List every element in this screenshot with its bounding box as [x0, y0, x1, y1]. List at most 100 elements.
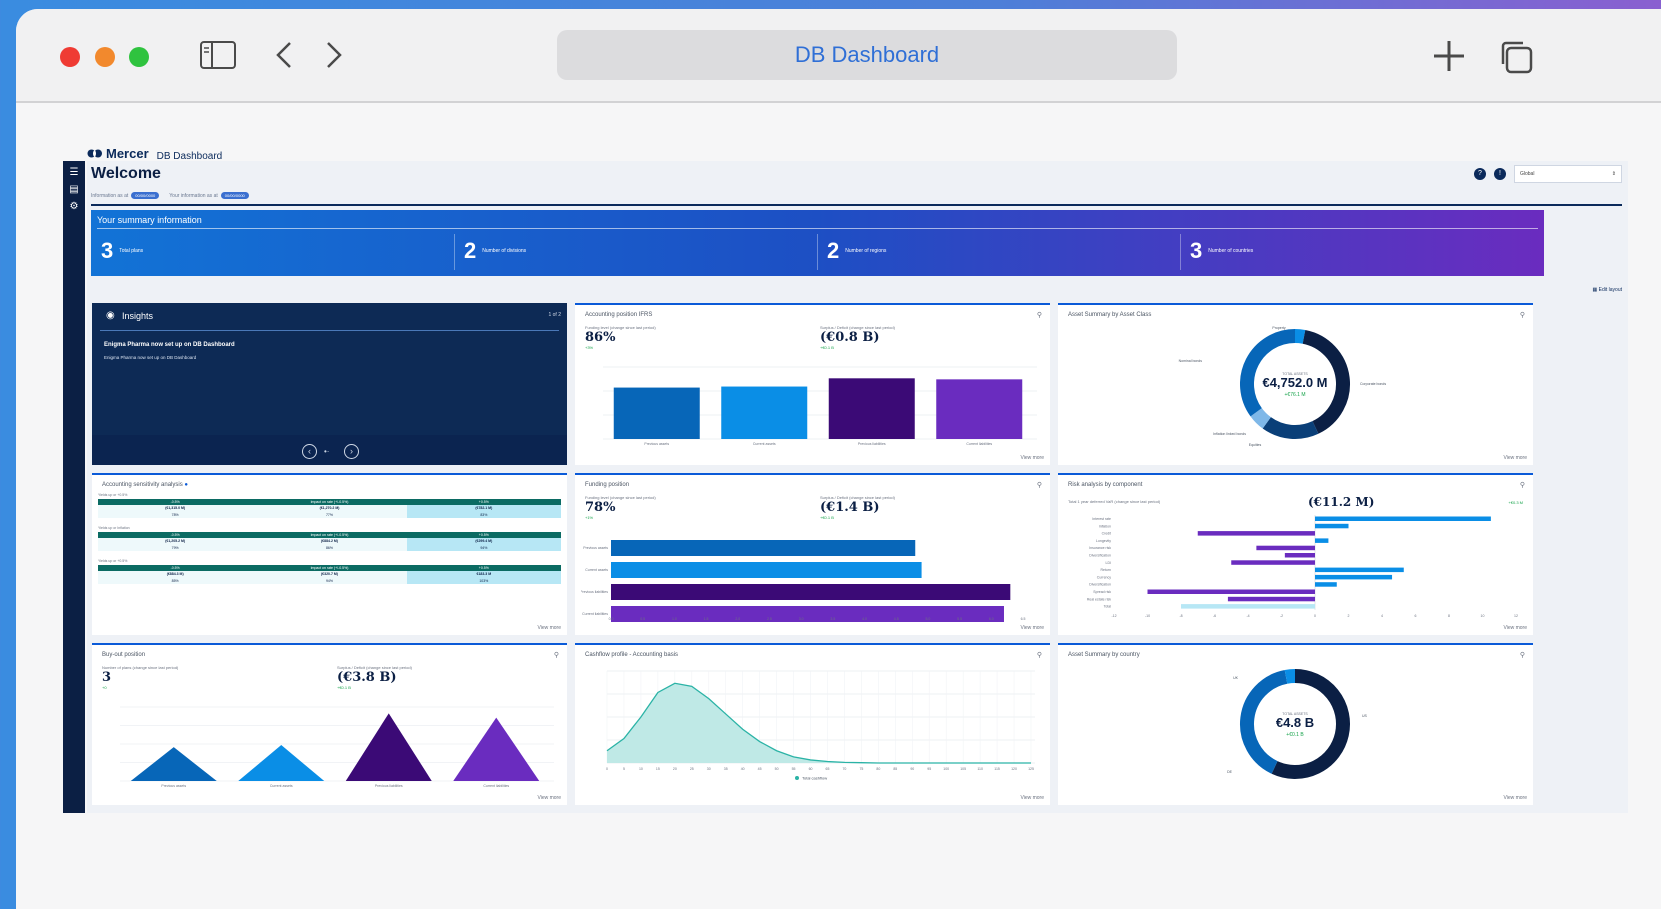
new-tab-icon[interactable] — [1432, 39, 1466, 78]
insights-footer: ‹ •· › — [92, 435, 567, 465]
x-tick-label: 6.0 — [989, 617, 994, 621]
edit-layout-button[interactable]: ▦ Edit layout — [1593, 287, 1622, 293]
gear-icon[interactable]: ⚙ — [63, 201, 85, 212]
browser-window: DB Dashboard Mercer DB Dashboard ☰ ▤ ⚙ W… — [16, 9, 1661, 909]
plans-kpi: Number of plans (change since last perio… — [102, 665, 178, 690]
view-more-link[interactable]: View more — [1503, 625, 1527, 631]
pin-icon[interactable]: ⚲ — [1037, 311, 1042, 319]
x-tick-label: Current liabilities — [966, 442, 992, 446]
risk-analysis-card: Risk analysis by component ⚲ Total 1 yea… — [1058, 473, 1533, 635]
menu-icon[interactable]: ☰ — [63, 167, 85, 178]
x-tick-label: 5 — [623, 767, 625, 771]
notification-icon[interactable]: ! — [1494, 168, 1506, 180]
x-tick-label: 10 — [639, 767, 643, 771]
cashflow-area-chart: 0 5 10 15 20 25 30 35 40 45 50 55 60 65 70 75 80 85 90 95 10… — [606, 670, 1035, 781]
sensitivity-pct-row: 85% 94% 103% — [98, 578, 561, 584]
funding-level-kpi: Funding level (change since last period)… — [585, 325, 656, 350]
page-title: Welcome — [91, 165, 161, 182]
minimize-window-button[interactable] — [95, 47, 115, 67]
view-more-link[interactable]: View more — [1020, 795, 1044, 801]
sensitivity-value-cell: €183.3 M — [406, 571, 561, 578]
x-tick-label: 75 — [859, 767, 863, 771]
bar — [611, 606, 1004, 622]
pin-icon[interactable]: ⚲ — [1520, 311, 1525, 319]
prev-insight-button[interactable]: ‹ — [302, 444, 317, 459]
region-select[interactable]: Global ⇕ — [1514, 165, 1622, 183]
info-icon[interactable]: ● — [184, 482, 188, 488]
view-more-link[interactable]: View more — [1020, 625, 1044, 631]
insights-card: ◉ Insights 1 of 2 Enigma Pharma now set … — [92, 303, 567, 465]
maximize-window-button[interactable] — [129, 47, 149, 67]
brand-subtitle: DB Dashboard — [156, 150, 223, 162]
bar — [613, 387, 700, 439]
kpi-value: 86% — [585, 330, 616, 345]
kpi-value: (€1.4 B) — [820, 500, 880, 515]
x-tick-label: Previous liabilities — [858, 442, 886, 446]
back-icon[interactable] — [274, 41, 294, 74]
x-tick-label: Previous assets — [161, 784, 186, 788]
stat-separator — [1180, 234, 1181, 270]
x-tick-label: 4 — [1381, 614, 1383, 618]
forward-icon[interactable] — [324, 41, 344, 74]
buyout-position-card: Buy-out position ⚲ Number of plans (chan… — [92, 643, 567, 805]
pin-icon[interactable]: ⚲ — [1037, 481, 1042, 489]
bar — [453, 717, 540, 781]
card-title: Asset Summary by Asset Class — [1068, 312, 1152, 318]
asset-class-donut-chart: TOTAL ASSETS€4,752.0 M+€76.1 MPropertyNo… — [1179, 326, 1387, 447]
donut-label: US — [1362, 714, 1368, 718]
view-more-link[interactable]: View more — [1020, 455, 1044, 461]
sidebar-toggle-icon[interactable] — [200, 41, 236, 74]
sensitivity-pct-row: 79% 86% 94% — [98, 545, 561, 551]
x-tick-label: Current assets — [270, 784, 293, 788]
sensitivity-value-row: (€1,315.0 M) (€1,270.2 M) (€782.1 M) — [98, 505, 561, 512]
view-more-link[interactable]: View more — [537, 625, 561, 631]
header-divider — [91, 204, 1622, 206]
address-bar[interactable]: DB Dashboard — [557, 30, 1177, 80]
stat-regions: 2 Number of regions — [827, 238, 886, 264]
card-title: Accounting position IFRS — [585, 312, 653, 318]
sensitivity-block: Yields up or +0.5% -0.5% Impact on rate (+… — [98, 493, 561, 518]
view-more-link[interactable]: View more — [537, 795, 561, 801]
insight-headline: Enigma Pharma now set up on DB Dashboard — [104, 342, 235, 348]
donut-center-value: €4,752.0 M — [1262, 375, 1327, 390]
kpi-delta: +0 — [102, 685, 107, 690]
kpi-delta: +€0.3 M — [1508, 500, 1523, 505]
brand-logo[interactable]: Mercer — [87, 146, 149, 161]
pin-icon[interactable]: ⚲ — [1520, 651, 1525, 659]
bar — [345, 713, 432, 781]
stat-label: Number of regions — [845, 248, 887, 254]
mercer-logo-icon — [87, 149, 102, 157]
help-icon[interactable]: ? — [1474, 168, 1486, 180]
card-title: Risk analysis by component — [1068, 482, 1143, 488]
sensitivity-value-cell: (€884.2 M) — [252, 538, 407, 545]
x-tick-label: 110 — [977, 767, 983, 771]
y-tick-label: Return — [1100, 568, 1111, 572]
next-insight-button[interactable]: › — [344, 444, 359, 459]
pin-icon[interactable]: ⚲ — [1520, 481, 1525, 489]
pin-icon[interactable]: ⚲ — [1037, 651, 1042, 659]
edit-layout-label: Edit layout — [1598, 287, 1622, 293]
x-tick-label: 45 — [758, 767, 762, 771]
x-tick-label: Current liabilities — [483, 784, 509, 788]
stat-value: 2 — [827, 238, 840, 263]
x-tick-label: 85 — [893, 767, 897, 771]
view-more-link[interactable]: View more — [1503, 795, 1527, 801]
tabs-overview-icon[interactable] — [1498, 39, 1534, 80]
area-fill — [607, 683, 1031, 763]
chevron-down-icon: ⇕ — [1611, 171, 1616, 177]
list-icon[interactable]: ▤ — [63, 184, 85, 195]
sensitivity-pct-cell: 83% — [406, 512, 561, 518]
close-window-button[interactable] — [60, 47, 80, 67]
sensitivity-value-cell: (€782.1 M) — [406, 505, 561, 512]
donut-label: Equities — [1249, 443, 1262, 447]
kpi-delta: +€0.1 B — [820, 345, 834, 350]
x-tick-label: -2 — [1280, 614, 1283, 618]
x-tick-label: 4.5 — [894, 617, 899, 621]
surplus-deficit-kpi: Surplus / Deficit (change since last per… — [820, 325, 895, 350]
pin-icon[interactable]: ⚲ — [554, 651, 559, 659]
info-as-at-label: Information as at — [91, 193, 129, 199]
donut-label: Property — [1272, 326, 1285, 330]
sensitivity-value-row: (€884.3 M) (€320.7 M) €183.3 M — [98, 571, 561, 578]
view-more-link[interactable]: View more — [1503, 455, 1527, 461]
card-title: Cashflow profile - Accounting basis — [585, 652, 679, 658]
